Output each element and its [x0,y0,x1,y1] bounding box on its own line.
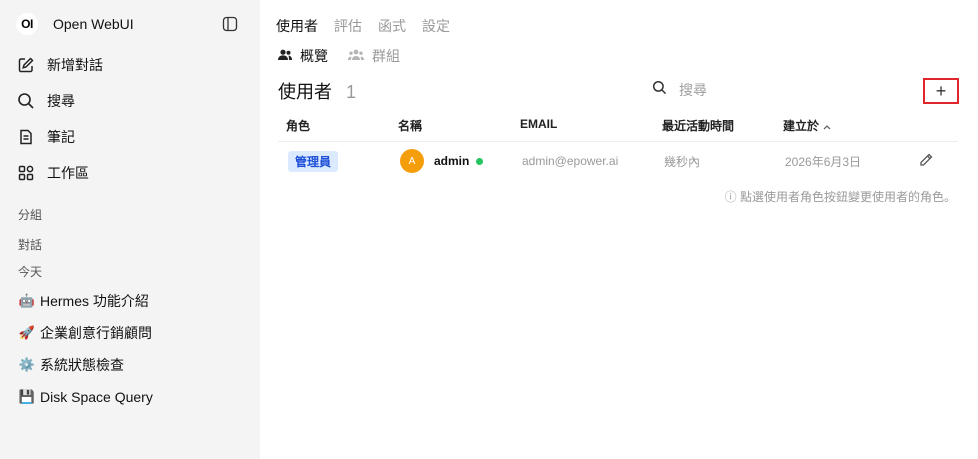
sidebar-item-label: 筆記 [47,129,75,145]
column-created-label: 建立於 [783,119,820,133]
user-created: 2026年6月3日 [785,154,862,169]
page-title: 使用者 [278,82,332,102]
online-status-dot [476,157,484,165]
chat-item[interactable]: ⚙️ 系統狀態檢查 [18,353,124,377]
sidebar-item-label: 工作區 [47,165,89,181]
edit-icon [16,55,36,75]
section-chats[interactable]: 對話 [18,236,42,253]
sidebar-panel-icon[interactable] [220,14,240,34]
pencil-icon [918,152,934,171]
note-icon [16,127,36,147]
plus-icon: + [935,81,947,101]
section-groups[interactable]: 分組 [18,206,42,223]
tab-users[interactable]: 使用者 [276,16,318,36]
column-role[interactable]: 角色 [286,117,310,134]
subtab-label: 群組 [372,48,400,64]
chat-item[interactable]: 🤖 Hermes 功能介紹 [18,289,149,313]
table-row: 管理員 A admin admin@epower.ai 幾秒內 2026年6月3… [278,142,958,180]
add-user-button[interactable]: + [923,78,959,104]
gear-icon: ⚙️ [18,357,36,372]
subtab-overview[interactable]: 概覽 [278,46,328,66]
edit-user-button[interactable] [918,142,934,180]
users-icon [278,48,292,64]
table-header: 角色 名稱 EMAIL 最近活動時間 建立於 [278,114,958,142]
column-email[interactable]: EMAIL [520,117,557,131]
column-created[interactable]: 建立於 [783,117,831,134]
role-hint: ⓘ 點選使用者角色按鈕變更使用者的角色。 [724,190,956,204]
tab-evaluations[interactable]: 評估 [334,16,362,36]
column-last-active[interactable]: 最近活動時間 [662,117,734,134]
tab-settings[interactable]: 設定 [422,16,450,36]
user-last-active: 幾秒內 [664,154,701,169]
user-name: admin [434,154,470,168]
search-box [652,80,879,100]
section-today: 今天 [18,265,43,279]
chat-title: Hermes 功能介紹 [40,293,149,309]
sidebar-item-new-chat[interactable]: 新增對話 [16,52,246,78]
tab-functions[interactable]: 函式 [378,16,406,36]
avatar: A [400,149,424,173]
app-name: Open WebUI [53,16,134,32]
workspace-icon [16,163,36,183]
rocket-icon: 🚀 [18,325,36,340]
group-icon [348,48,364,64]
sidebar-item-workspace[interactable]: 工作區 [16,160,246,186]
sidebar: OI Open WebUI 新增對話 搜尋 筆記 工作區 分組 對話 今天 🤖 … [0,0,260,459]
chat-title: Disk Space Query [40,389,153,405]
sidebar-item-search[interactable]: 搜尋 [16,88,246,114]
role-cell: 管理員 [288,142,339,180]
user-count: 1 [346,82,357,102]
user-subtabs: 概覽 群組 [278,46,400,66]
column-name[interactable]: 名稱 [398,117,422,134]
sidebar-item-notes[interactable]: 筆記 [16,124,246,150]
main-panel: 使用者 評估 函式 設定 概覽 群組 使用者 1 + 角色 名稱 [260,0,978,459]
search-input[interactable] [679,82,879,98]
floppy-disk-icon: 💾 [18,389,36,404]
page-heading: 使用者 1 [278,78,356,104]
search-icon [652,80,667,100]
chat-title: 企業創意行銷顧問 [40,325,152,341]
sidebar-item-label: 新增對話 [47,57,103,73]
chat-title: 系統狀態檢查 [40,357,124,373]
brand-logo: OI [16,13,38,35]
chat-item[interactable]: 💾 Disk Space Query [18,385,153,409]
chat-item[interactable]: 🚀 企業創意行銷顧問 [18,321,152,345]
name-cell: A admin [400,142,484,180]
sort-asc-icon [823,119,831,133]
sidebar-item-label: 搜尋 [47,93,75,109]
user-email: admin@epower.ai [522,154,619,168]
subtab-groups[interactable]: 群組 [348,46,400,66]
search-icon [16,91,36,111]
brand[interactable]: OI Open WebUI [16,12,134,36]
role-badge[interactable]: 管理員 [288,150,339,172]
subtab-label: 概覽 [300,48,328,64]
robot-icon: 🤖 [18,293,36,308]
admin-tabs: 使用者 評估 函式 設定 [276,16,450,36]
